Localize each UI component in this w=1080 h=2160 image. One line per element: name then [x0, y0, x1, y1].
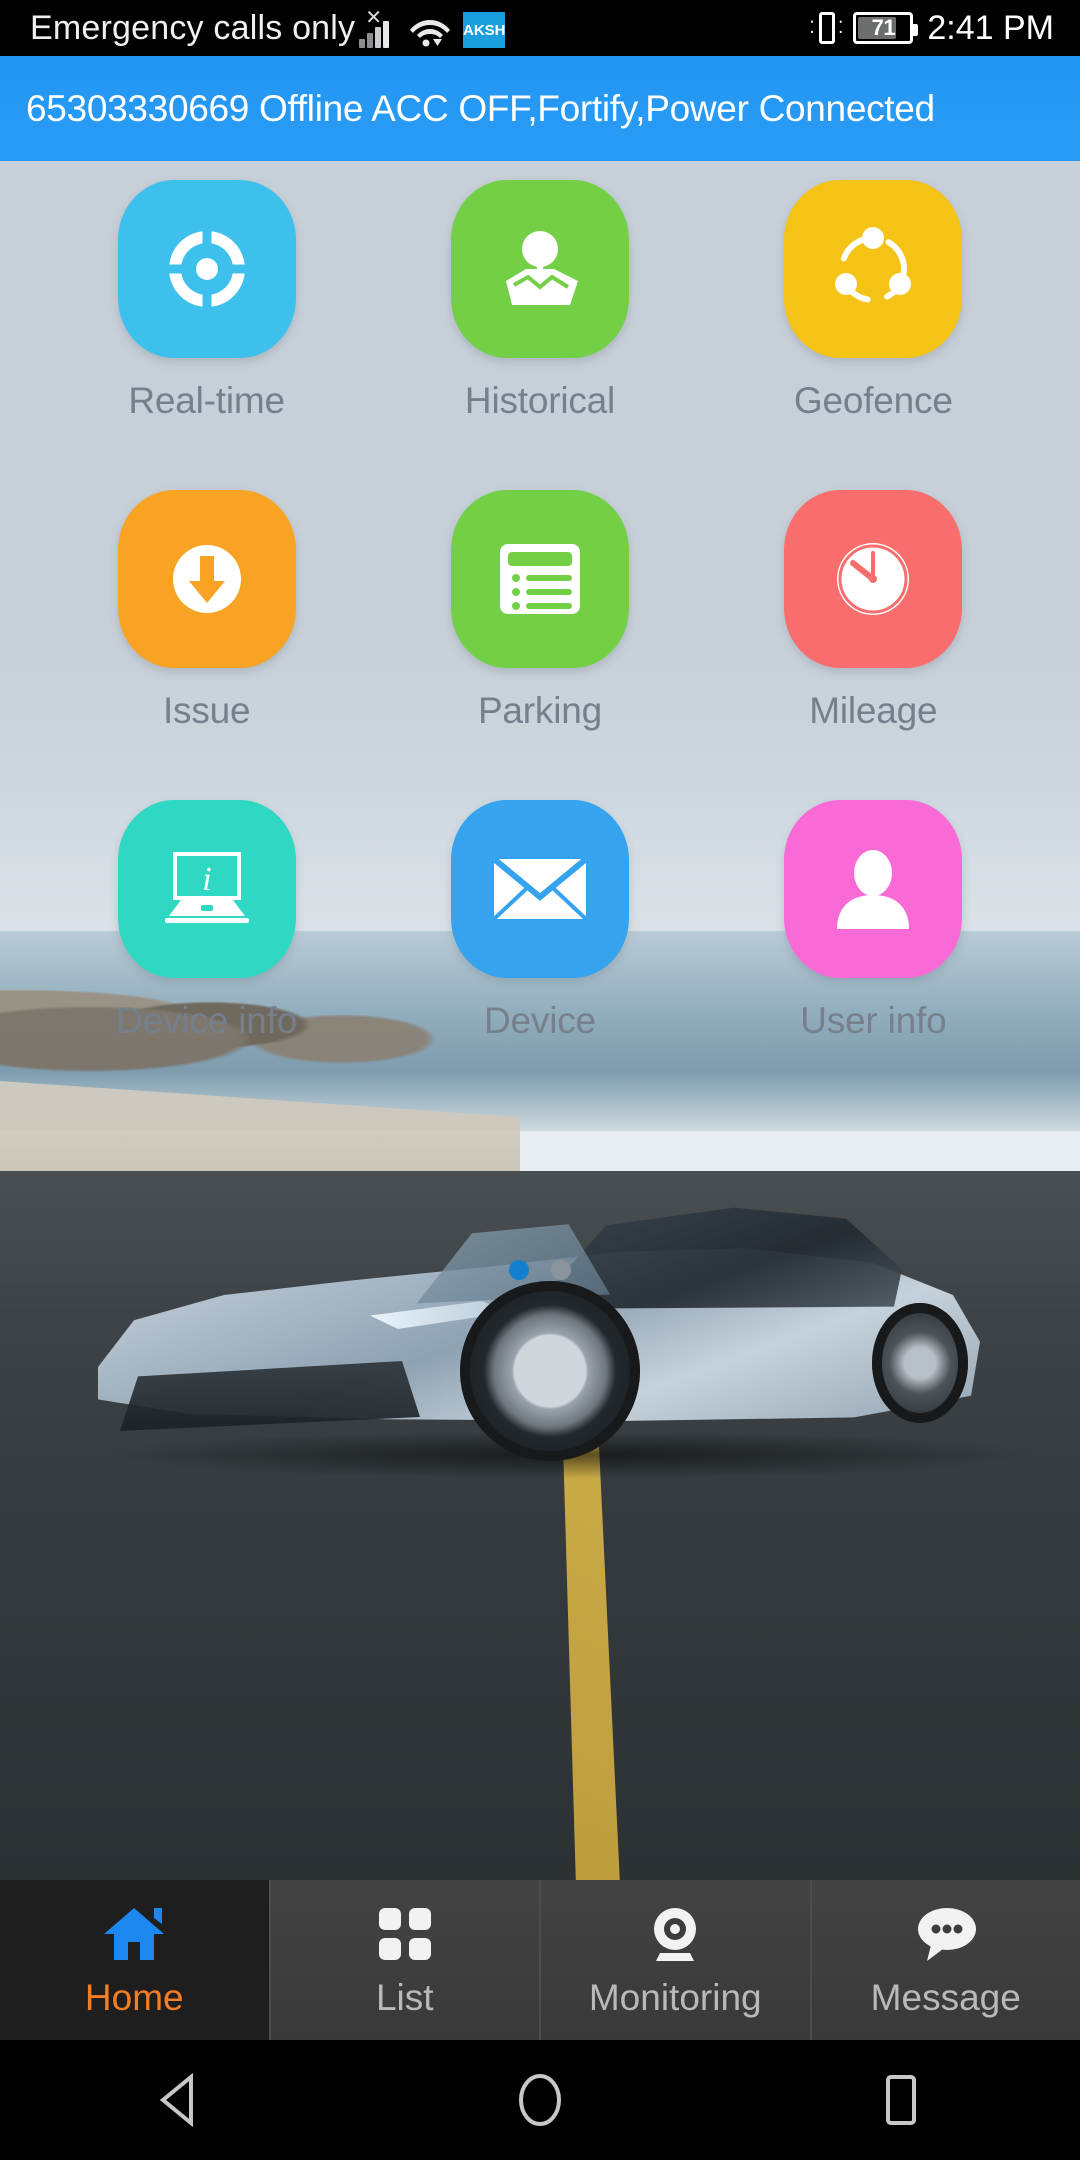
grid-item-label: Device	[484, 1000, 596, 1041]
grid-item-user-info[interactable]: User info	[707, 800, 1040, 1042]
carrier-label: Emergency calls only	[30, 9, 356, 47]
envelope-icon	[450, 800, 629, 978]
back-triangle-icon[interactable]	[110, 2040, 250, 2160]
grid-item-geofence[interactable]: Geofence	[707, 180, 1040, 422]
grid-item-label: Parking	[477, 690, 603, 731]
grid-item-device-info[interactable]: i Device info	[40, 800, 373, 1042]
grid-item-label: Historical	[464, 380, 616, 421]
svg-text:i: i	[202, 861, 211, 898]
tab-message[interactable]: Message	[809, 1880, 1080, 2040]
crosshair-target-icon	[117, 180, 296, 358]
grid-item-real-time[interactable]: Real-time	[40, 180, 373, 422]
bottom-tab-bar: Home List Monitoring Message	[0, 1880, 1080, 2040]
carrier-badge: AKSH	[463, 12, 506, 48]
grid-item-label: Real-time	[128, 380, 285, 421]
grid-item-issue[interactable]: Issue	[40, 490, 373, 732]
grid-item-device[interactable]: Device	[373, 800, 706, 1042]
home-circle-icon[interactable]	[470, 2040, 610, 2160]
share-nodes-icon	[784, 180, 963, 358]
tab-list[interactable]: List	[268, 1880, 539, 2040]
android-navigation-bar	[0, 2040, 1080, 2160]
home-icon	[102, 1901, 166, 1967]
person-icon	[784, 800, 963, 978]
page-dot-active[interactable]	[509, 1260, 529, 1280]
device-status-text: 65303330669 Offline ACC OFF,Fortify,Powe…	[26, 87, 935, 129]
map-pin-icon	[450, 180, 629, 358]
tab-label: Home	[84, 1977, 184, 2018]
grid-item-label: Mileage	[809, 690, 938, 731]
grid-item-parking[interactable]: Parking	[373, 490, 706, 732]
battery-icon: 71	[853, 12, 919, 44]
recents-square-icon[interactable]	[830, 2040, 970, 2160]
page-indicator	[0, 1260, 1080, 1280]
tab-label: Message	[870, 1977, 1021, 2018]
grid-item-label: Issue	[162, 690, 251, 731]
grid-item-mileage[interactable]: Mileage	[707, 490, 1040, 732]
chat-bubble-icon	[913, 1901, 979, 1967]
grid-item-label: Geofence	[793, 380, 953, 421]
download-arrow-icon	[117, 490, 296, 668]
battery-level: 71	[871, 15, 896, 40]
webcam-icon	[644, 1901, 706, 1967]
stopwatch-gauge-icon	[784, 490, 963, 668]
grid-squares-icon	[375, 1901, 435, 1967]
grid-item-historical[interactable]: Historical	[373, 180, 706, 422]
feature-grid: Real-time Historical Geofence Issue Park…	[0, 180, 1080, 1042]
laptop-info-icon: i	[117, 800, 296, 978]
status-bar: Emergency calls only ✕ AKSH ⁚ ⁚ 71 2:41 …	[0, 0, 1080, 56]
tab-monitoring[interactable]: Monitoring	[539, 1880, 810, 2040]
grid-item-label: Device info	[116, 1000, 298, 1041]
tab-home[interactable]: Home	[0, 1880, 269, 2040]
page-dot[interactable]	[551, 1260, 571, 1280]
phone-screen: Emergency calls only ✕ AKSH ⁚ ⁚ 71 2:41 …	[0, 0, 1080, 2160]
wallpaper-car	[80, 1151, 1040, 1479]
vibrate-icon: ⁚ ⁚	[809, 9, 843, 47]
car-rear-wheel	[872, 1303, 968, 1423]
tab-label: Monitoring	[588, 1977, 762, 2018]
tab-label: List	[375, 1977, 434, 2018]
status-bar-right: ⁚ ⁚ 71 2:41 PM	[809, 8, 1080, 48]
grid-item-label: User info	[800, 1000, 947, 1041]
status-bar-left: Emergency calls only ✕ AKSH	[0, 7, 506, 48]
car-front-wheel	[460, 1281, 640, 1461]
list-receipt-icon	[450, 490, 629, 668]
clock: 2:41 PM	[927, 8, 1054, 47]
no-sim-x-icon: ✕	[365, 7, 383, 29]
wifi-icon	[409, 14, 451, 48]
device-status-banner[interactable]: 65303330669 Offline ACC OFF,Fortify,Powe…	[0, 56, 1080, 161]
signal-bars-icon: ✕	[359, 7, 399, 48]
